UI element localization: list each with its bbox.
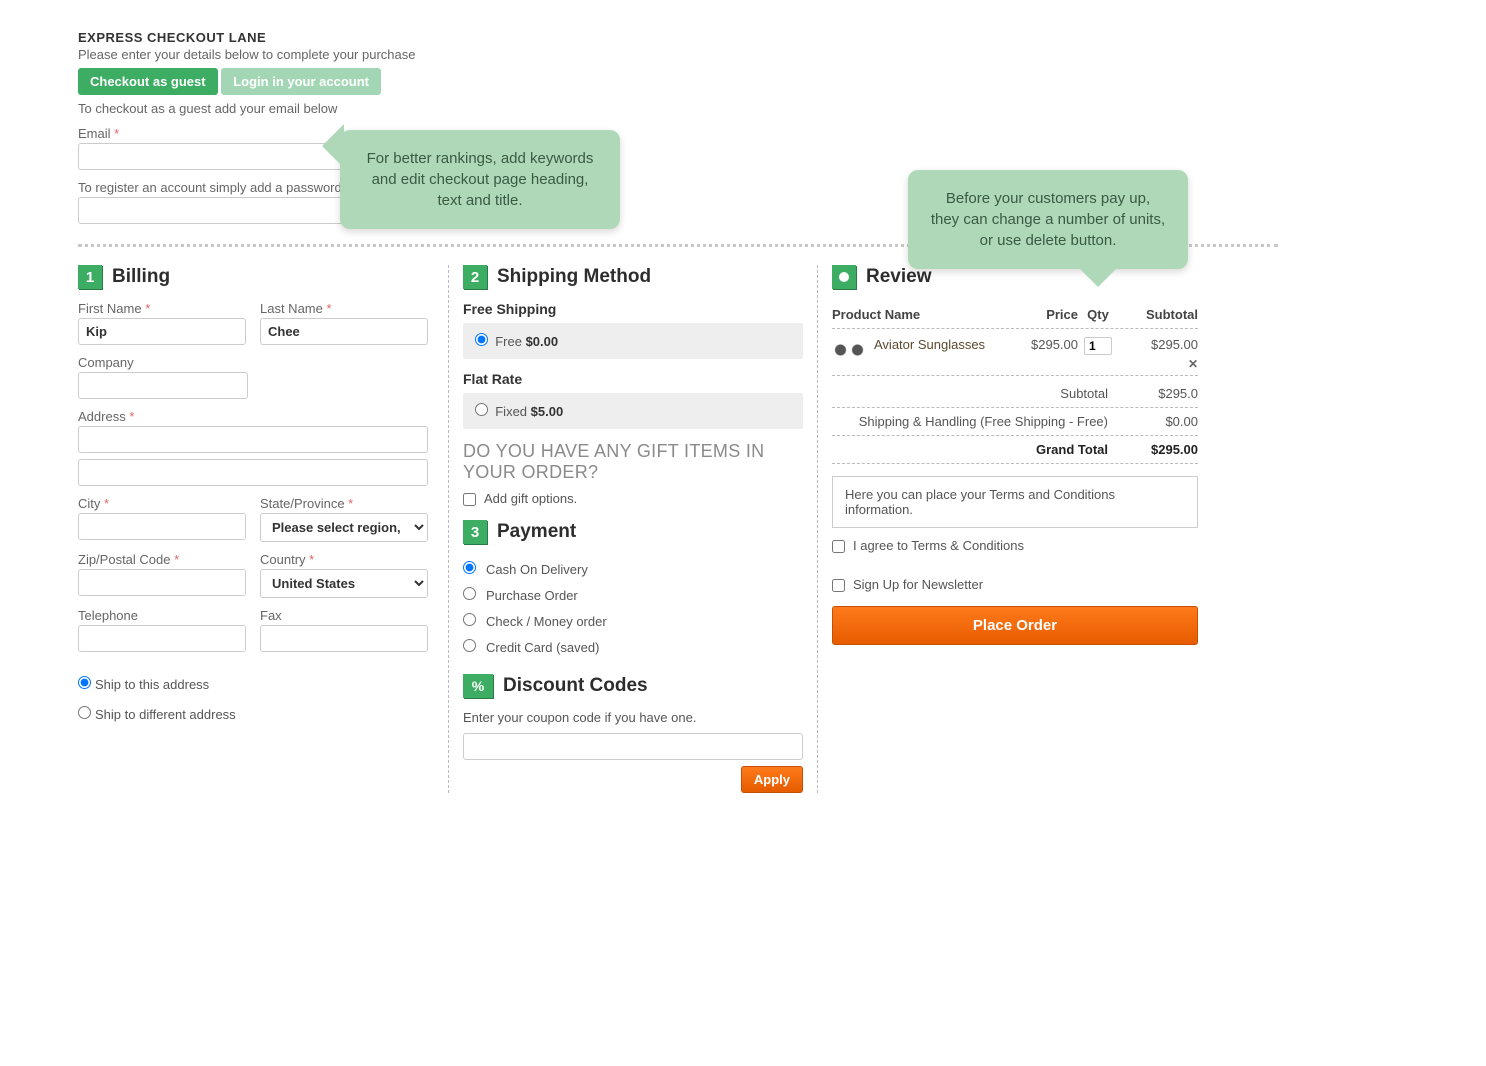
country-label: Country * <box>260 552 428 567</box>
zip-field[interactable] <box>78 569 246 596</box>
shipping-total-label: Shipping & Handling (Free Shipping - Fre… <box>832 414 1118 429</box>
place-order-button[interactable]: Place Order <box>832 606 1198 645</box>
product-thumbnail <box>832 341 866 359</box>
first-name-label: First Name * <box>78 301 246 316</box>
flat-rate-heading: Flat Rate <box>463 371 803 387</box>
shipping-payment-column: 2 Shipping Method Free Shipping Free $0.… <box>448 265 818 793</box>
billing-column: 1 Billing First Name * Last Name * Compa… <box>78 265 448 722</box>
country-select[interactable]: United States <box>260 569 428 598</box>
product-price: $295.00 <box>1008 337 1078 352</box>
step-badge-3: 3 <box>463 520 487 544</box>
page-title: EXPRESS CHECKOUT LANE <box>78 30 1456 45</box>
product-name: Aviator Sunglasses <box>874 337 1008 352</box>
address-label: Address * <box>78 409 428 424</box>
tooltip-review-edit: Before your customers pay up, they can c… <box>908 170 1188 269</box>
last-name-field[interactable] <box>260 318 428 345</box>
billing-title: Billing <box>112 266 170 288</box>
first-name-field[interactable] <box>78 318 246 345</box>
shipping-total-value: $0.00 <box>1118 414 1198 429</box>
state-select[interactable]: Please select region, s <box>260 513 428 542</box>
review-header-row: Product Name Price Qty Subtotal <box>832 301 1198 329</box>
step-badge-2: 2 <box>463 265 487 289</box>
product-subtotal: $295.00 <box>1118 337 1198 352</box>
tooltip-edit-heading: For better rankings, add keywords and ed… <box>340 130 620 229</box>
state-label: State/Province * <box>260 496 428 511</box>
free-shipping-heading: Free Shipping <box>463 301 803 317</box>
phone-field[interactable] <box>78 625 246 652</box>
zip-label: Zip/Postal Code * <box>78 552 246 567</box>
payment-option-cc[interactable]: Credit Card (saved) <box>463 634 803 660</box>
gift-question: DO YOU HAVE ANY GIFT ITEMS IN YOUR ORDER… <box>463 441 803 483</box>
apply-coupon-button[interactable]: Apply <box>741 766 803 793</box>
terms-box: Here you can place your Terms and Condit… <box>832 476 1198 528</box>
subtotal-value: $295.0 <box>1118 386 1198 401</box>
discount-title: Discount Codes <box>503 675 648 697</box>
address-field-1[interactable] <box>78 426 428 453</box>
step-badge-1: 1 <box>78 265 102 289</box>
fax-label: Fax <box>260 608 428 623</box>
review-item-row: Aviator Sunglasses $295.00 $295.00 ✕ <box>832 329 1198 376</box>
remove-item-button[interactable]: ✕ <box>1188 357 1198 371</box>
city-label: City * <box>78 496 246 511</box>
guest-hint: To checkout as a guest add your email be… <box>78 101 1456 116</box>
payment-option-po[interactable]: Purchase Order <box>463 582 803 608</box>
address-field-2[interactable] <box>78 459 428 486</box>
payment-option-cod[interactable]: Cash On Delivery <box>463 556 803 582</box>
fax-field[interactable] <box>260 625 428 652</box>
qty-input[interactable] <box>1084 337 1112 355</box>
phone-label: Telephone <box>78 608 246 623</box>
checkout-as-guest-button[interactable]: Checkout as guest <box>78 68 218 95</box>
login-account-button[interactable]: Login in your account <box>221 68 381 95</box>
coupon-field[interactable] <box>463 733 803 760</box>
discount-hint: Enter your coupon code if you have one. <box>463 710 803 725</box>
subtotal-label: Subtotal <box>832 386 1118 401</box>
newsletter-checkbox[interactable]: Sign Up for Newsletter <box>832 577 1198 592</box>
payment-title: Payment <box>497 521 576 543</box>
company-field[interactable] <box>78 372 248 399</box>
gift-option-checkbox[interactable]: Add gift options. <box>463 491 803 506</box>
review-column: Review Product Name Price Qty Subtotal A… <box>818 265 1198 645</box>
city-field[interactable] <box>78 513 246 540</box>
grand-total-label: Grand Total <box>832 442 1118 457</box>
agree-terms-checkbox[interactable]: I agree to Terms & Conditions <box>832 538 1198 553</box>
flat-rate-option[interactable]: Fixed $5.00 <box>463 393 803 429</box>
page-subtitle: Please enter your details below to compl… <box>78 47 1456 62</box>
ship-other-option[interactable]: Ship to different address <box>78 707 236 722</box>
last-name-label: Last Name * <box>260 301 428 316</box>
review-title: Review <box>866 266 931 288</box>
payment-option-check[interactable]: Check / Money order <box>463 608 803 634</box>
ship-here-option[interactable]: Ship to this address <box>78 677 209 692</box>
company-label: Company <box>78 355 428 370</box>
eye-icon <box>832 265 856 289</box>
free-shipping-option[interactable]: Free $0.00 <box>463 323 803 359</box>
percent-icon: % <box>463 674 493 698</box>
grand-total-value: $295.00 <box>1118 442 1198 457</box>
shipping-title: Shipping Method <box>497 266 651 288</box>
